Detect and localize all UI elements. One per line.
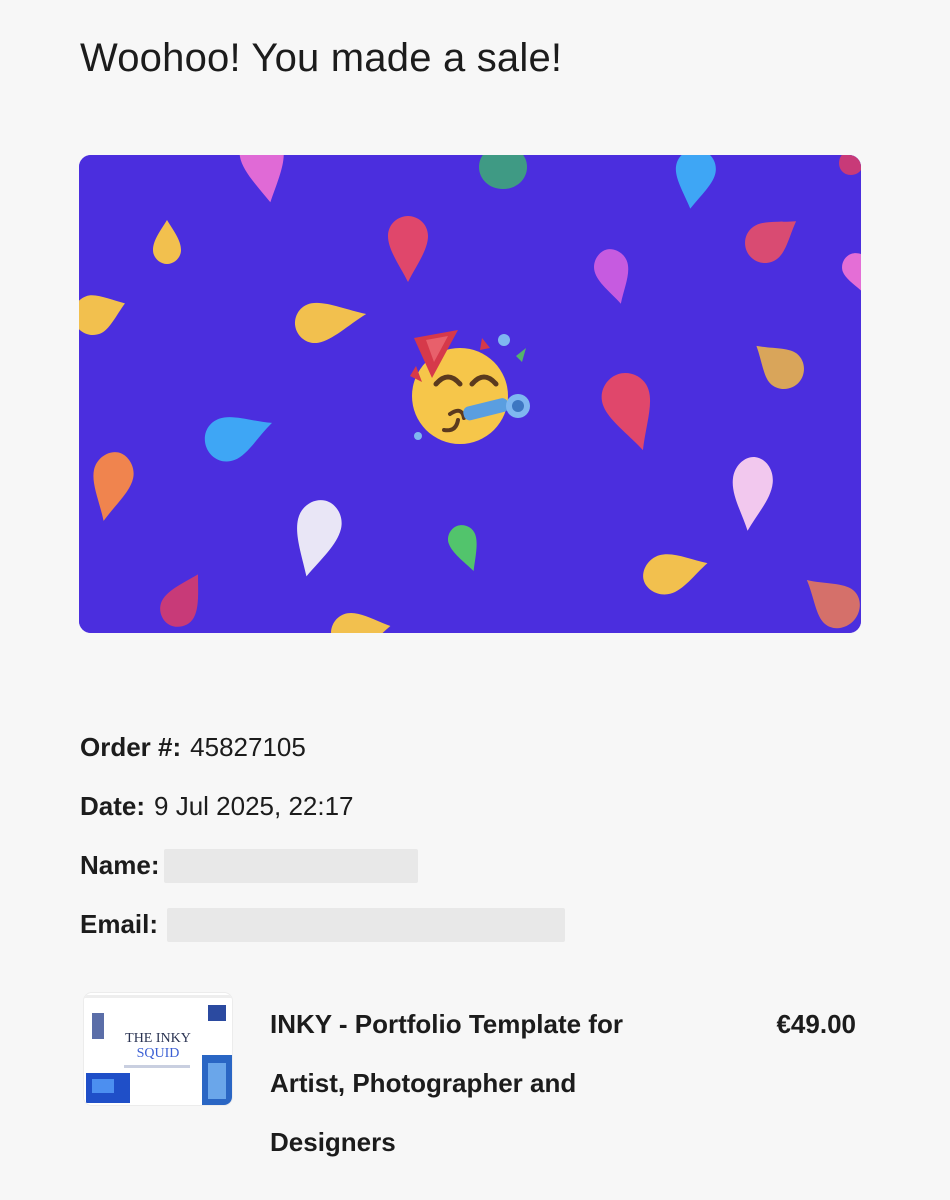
order-details: Order #: 45827105 Date: 9 Jul 2025, 22:1…	[80, 718, 566, 954]
celebration-banner	[79, 155, 861, 633]
customer-email-redacted	[167, 907, 566, 942]
customer-email-label: Email:	[80, 909, 159, 939]
page-title: Woohoo! You made a sale!	[80, 36, 563, 80]
order-date-label: Date:	[80, 791, 146, 821]
thumbnail-title: THE INKY	[125, 1031, 191, 1046]
customer-email-row: Email:	[80, 895, 566, 954]
order-date-row: Date: 9 Jul 2025, 22:17	[80, 777, 565, 836]
product-price: €49.00	[776, 1009, 856, 1039]
order-date-value: 9 Jul 2025, 22:17	[154, 791, 354, 821]
customer-name-label: Name:	[80, 850, 160, 880]
confetti-illustration	[79, 155, 861, 633]
thumbnail-subtitle: SQUID	[136, 1046, 180, 1061]
product-thumbnail[interactable]: THE INKY SQUID	[84, 993, 232, 1105]
customer-name-row: Name:	[80, 836, 565, 895]
order-number-row: Order #: 45827105	[80, 718, 565, 777]
product-name[interactable]: INKY - Portfolio Template for Artist, Ph…	[270, 995, 700, 1172]
customer-name-redacted	[164, 848, 419, 883]
order-number-value: 45827105	[190, 732, 306, 762]
order-number-label: Order #:	[80, 732, 182, 762]
